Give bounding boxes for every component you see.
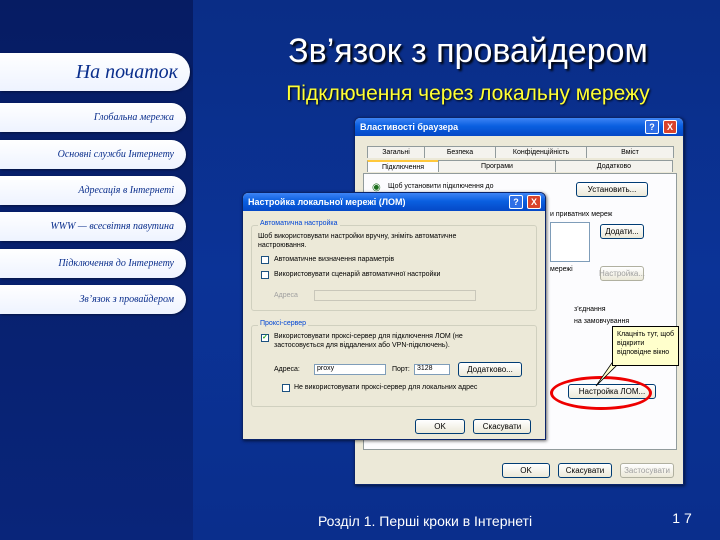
lan-ok-button[interactable]: OK	[415, 419, 465, 434]
tab-privacy[interactable]: Конфіденційність	[495, 146, 587, 158]
auto-script-checkbox[interactable]	[261, 271, 269, 279]
slide-subtitle: Підключення через локальну мережу	[286, 82, 650, 105]
dialup-text: и приватних мереж	[550, 211, 613, 218]
nav-item-connection[interactable]: Підключення до Інтернету	[0, 249, 186, 278]
text-network: мережі	[550, 266, 573, 273]
tab-general[interactable]: Загальні	[367, 146, 425, 158]
lan-help-icon[interactable]: ?	[509, 195, 523, 209]
use-proxy-label: Використовувати проксі-сервер для підклю…	[274, 333, 463, 349]
bypass-local-checkbox[interactable]	[282, 384, 290, 392]
auto-config-group: Автоматична настройка Шоб використовуват…	[251, 220, 537, 311]
apply-button[interactable]: Застосувати	[620, 463, 674, 478]
advanced-button[interactable]: Додатково...	[458, 362, 522, 377]
connections-list[interactable]	[550, 222, 590, 262]
browser-properties-title: Властивості браузера	[360, 122, 459, 132]
lan-cancel-button[interactable]: Скасувати	[473, 419, 531, 434]
tab-security[interactable]: Безпека	[424, 146, 496, 158]
use-proxy-checkbox[interactable]: ✓	[261, 334, 269, 342]
page-number: 1 7	[672, 510, 692, 526]
tab-content[interactable]: Вміст	[586, 146, 674, 158]
nav-item-internet-services[interactable]: Основні служби Інтернету	[0, 140, 186, 169]
close-icon[interactable]: X	[663, 120, 677, 134]
callout: Клацніть тут, щоб відкрити відповідне ві…	[612, 326, 679, 366]
nav-item-provider[interactable]: Зв’язок з провайдером	[0, 285, 186, 314]
footer-text: Розділ 1. Перші кроки в Інтернеті	[317, 513, 533, 529]
help-icon[interactable]: ?	[645, 120, 659, 134]
proxy-address-input[interactable]: proxy	[314, 364, 386, 375]
proxy-address-label: Адреса:	[274, 366, 300, 373]
ok-button[interactable]: OK	[502, 463, 550, 478]
lan-dialog-title: Настройка локальної мережі (ЛОМ)	[248, 197, 406, 207]
auto-detect-checkbox[interactable]	[261, 256, 269, 264]
setup-text: Щоб установити підключення до	[388, 183, 494, 190]
tab-programs[interactable]: Програми	[438, 160, 556, 172]
nav-home[interactable]: На початок	[0, 53, 190, 91]
auto-description: Шоб використовувати настройки вручну, зн…	[258, 233, 457, 249]
browser-tabs-row-1: Загальні Безпека Конфіденційність Вміст	[367, 146, 674, 158]
auto-script-label: Використовувати сценарій автоматичної на…	[274, 271, 441, 278]
port-label: Порт:	[392, 366, 410, 373]
script-address-input[interactable]	[314, 290, 476, 301]
bypass-local-label: Не використовувати проксі-сервер для лок…	[294, 384, 478, 391]
tab-advanced[interactable]: Додатково	[555, 160, 673, 172]
tab-connections[interactable]: Підключення	[367, 160, 439, 172]
text-default: на замовчування	[574, 318, 630, 325]
port-input[interactable]: 3128	[414, 364, 450, 375]
add-button[interactable]: Додати...	[600, 224, 644, 239]
settings-button[interactable]: Настройка...	[599, 266, 645, 281]
nav-item-global-network[interactable]: Глобальна мережа	[0, 103, 186, 132]
setup-button[interactable]: Установить...	[576, 182, 648, 197]
text-connection: з'єднання	[574, 306, 606, 313]
nav-item-addressing[interactable]: Адресація в Інтернеті	[0, 176, 186, 205]
lan-close-icon[interactable]: X	[527, 195, 541, 209]
cancel-button[interactable]: Скасувати	[558, 463, 612, 478]
proxy-group-label: Проксі-сервер	[258, 320, 309, 327]
lan-dialog-titlebar: Настройка локальної мережі (ЛОМ)	[243, 193, 545, 211]
slide-title: Зв’язок з провайдером	[288, 32, 648, 70]
nav-item-www[interactable]: WWW — всесвітня павутина	[0, 212, 186, 241]
browser-tabs-row-2: Підключення Програми Додатково	[367, 160, 673, 172]
script-address-label: Адреса	[274, 292, 298, 299]
lan-settings-dialog: Настройка локальної мережі (ЛОМ) ? X Авт…	[242, 192, 546, 440]
proxy-group: Проксі-сервер ✓ Використовувати проксі-с…	[251, 320, 537, 407]
auto-detect-label: Автоматичне визначення параметрів	[274, 256, 395, 263]
browser-properties-titlebar: Властивості браузера	[355, 118, 683, 136]
auto-group-label: Автоматична настройка	[258, 220, 340, 227]
